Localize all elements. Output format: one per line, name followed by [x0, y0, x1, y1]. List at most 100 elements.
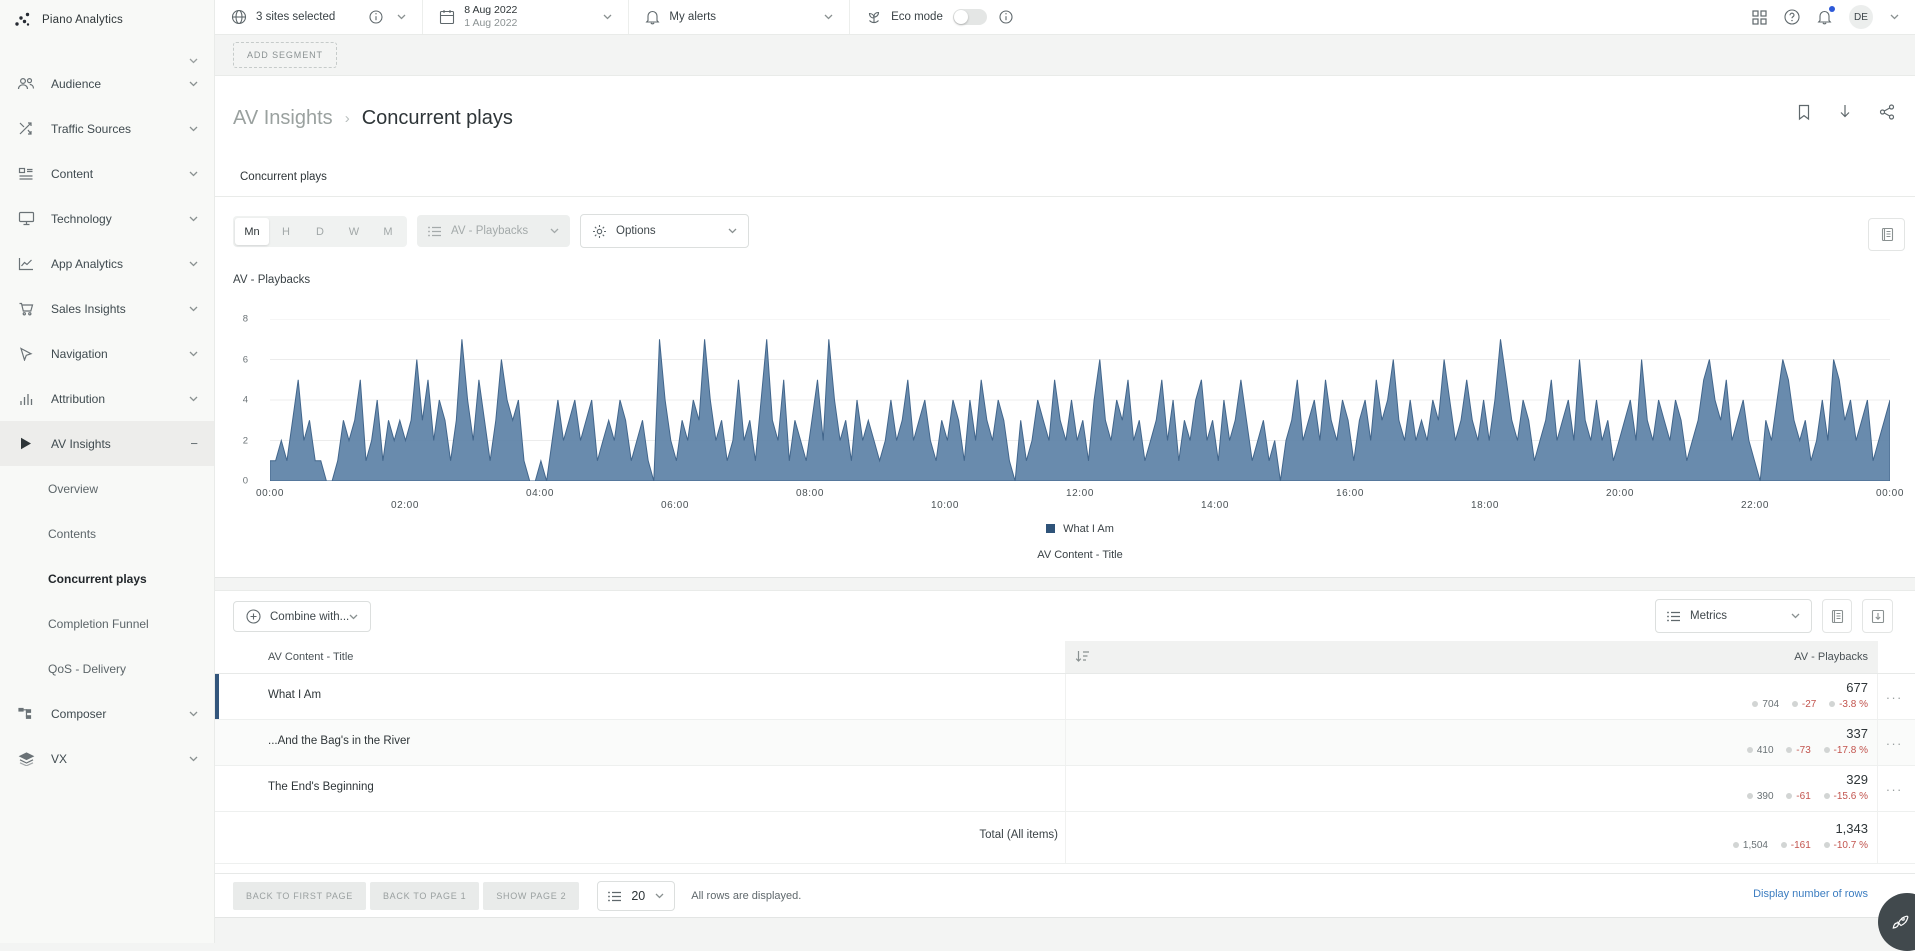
x-axis-labels: 00:0002:0004:0006:0008:0010:0012:0014:00…	[270, 488, 1890, 514]
back-to-page-1-button[interactable]: BACK TO PAGE 1	[370, 882, 479, 910]
sidebar-subitem-concurrent-plays[interactable]: Concurrent plays	[0, 556, 214, 601]
granularity-w-button[interactable]: W	[337, 218, 371, 245]
bell-icon	[645, 9, 660, 25]
notifications-bell-icon[interactable]	[1817, 9, 1832, 25]
granularity-m-button[interactable]: M	[371, 218, 405, 245]
sidebar-subitem-overview[interactable]: Overview	[0, 466, 214, 511]
list-icon	[1667, 611, 1681, 622]
x-tick-label: 14:00	[1201, 500, 1229, 511]
granularity-d-button[interactable]: D	[303, 218, 337, 245]
sidebar-item-app-analytics[interactable]: App Analytics	[0, 241, 214, 286]
app-analytics-icon	[16, 257, 36, 271]
table-download-button[interactable]	[1862, 599, 1893, 633]
chevron-down-icon	[1791, 613, 1800, 619]
share-icon[interactable]	[1879, 104, 1895, 121]
sidebar-item-audience[interactable]: Audience	[0, 61, 214, 106]
table-row[interactable]: ...And the Bag's in the River 337 410 -7…	[215, 720, 1915, 766]
row-menu-button[interactable]: ...	[1886, 779, 1903, 794]
table-copy-button[interactable]	[1822, 599, 1852, 633]
info-icon[interactable]	[369, 10, 383, 24]
sidebar-subitem-completion-funnel[interactable]: Completion Funnel	[0, 601, 214, 646]
x-tick-label: 10:00	[931, 500, 959, 511]
vx-layers-icon	[16, 752, 36, 766]
eco-mode-toggle[interactable]	[953, 9, 987, 25]
legend-swatch	[1046, 524, 1055, 533]
sidebar-item-vx[interactable]: VX	[0, 736, 214, 781]
sidebar-subitem-contents[interactable]: Contents	[0, 511, 214, 556]
content-icon	[16, 167, 36, 181]
apps-grid-icon[interactable]	[1752, 10, 1767, 25]
row-diff-value: -61	[1786, 791, 1810, 802]
help-icon[interactable]	[1784, 9, 1800, 25]
metrics-select[interactable]: Metrics	[1655, 599, 1812, 633]
x-tick-label: 18:00	[1471, 500, 1499, 511]
sort-descending-icon[interactable]	[1075, 650, 1090, 663]
chevron-down-icon	[349, 614, 358, 620]
tab-row: AV Insights › Concurrent plays Concurren…	[215, 76, 1915, 197]
chevron-down-icon	[189, 171, 198, 177]
sidebar-subitem-label: QoS - Delivery	[48, 662, 126, 676]
sidebar-item-traffic-sources[interactable]: Traffic Sources	[0, 106, 214, 151]
chart-metric-value: AV - Playbacks	[451, 225, 550, 237]
row-sub-values: 410 -73 -17.8 %	[1737, 745, 1868, 756]
download-icon[interactable]	[1838, 104, 1852, 121]
sidebar-item-attribution[interactable]: Attribution	[0, 376, 214, 421]
sidebar-item-technology[interactable]: Technology	[0, 196, 214, 241]
sidebar-item-label: Sales Insights	[51, 302, 189, 316]
sidebar-subitem-label: Completion Funnel	[48, 617, 149, 631]
row-menu-button[interactable]: ...	[1886, 733, 1903, 748]
chart-export-button[interactable]	[1868, 218, 1905, 251]
rows-per-page-select[interactable]: 20	[597, 881, 675, 911]
sidebar-item-label: Audience	[51, 77, 189, 91]
add-segment-button[interactable]: ADD SEGMENT	[233, 42, 337, 68]
my-alerts-selector[interactable]: My alerts	[629, 0, 850, 34]
eco-mode-label: Eco mode	[891, 11, 943, 23]
chart-title: AV - Playbacks	[233, 274, 310, 286]
sidebar-subitem-qos-delivery[interactable]: QoS - Delivery	[0, 646, 214, 691]
sidebar-collapse-chevron-icon[interactable]	[189, 58, 198, 64]
sidebar-item-composer[interactable]: Composer	[0, 691, 214, 736]
x-tick-label: 04:00	[526, 488, 554, 499]
info-icon[interactable]	[999, 10, 1013, 24]
user-avatar[interactable]: DE	[1849, 5, 1873, 29]
table-row[interactable]: What I Am 677 704 -27 -3.8 % ...	[215, 674, 1915, 720]
topbar-right-icons: DE	[1752, 5, 1915, 29]
x-tick-label: 20:00	[1606, 488, 1634, 499]
app-logo[interactable]: Piano Analytics	[0, 0, 214, 39]
options-select[interactable]: Options	[580, 214, 749, 248]
chevron-down-icon[interactable]	[1890, 14, 1899, 20]
sidebar-item-content[interactable]: Content	[0, 151, 214, 196]
chevron-down-icon	[189, 351, 198, 357]
combine-with-button[interactable]: Combine with...	[233, 601, 371, 632]
chevron-down-icon	[824, 14, 833, 20]
row-diff-value: -27	[1792, 699, 1816, 710]
breadcrumb-parent[interactable]: AV Insights	[233, 107, 333, 130]
sidebar-item-sales-insights[interactable]: Sales Insights	[0, 286, 214, 331]
date-range-selector[interactable]: 8 Aug 2022 1 Aug 2022	[423, 0, 629, 34]
row-title: What I Am	[268, 689, 321, 701]
sidebar-item-navigation[interactable]: Navigation	[0, 331, 214, 376]
area-series	[270, 339, 1890, 481]
sidebar-item-av-insights[interactable]: AV Insights −	[0, 421, 214, 466]
show-page-2-button[interactable]: SHOW PAGE 2	[483, 882, 579, 910]
row-menu-button[interactable]: ...	[1886, 687, 1903, 702]
site-selector[interactable]: 3 sites selected	[215, 0, 423, 34]
toggle-knob	[954, 10, 968, 24]
main-area: 3 sites selected 8 Aug 2022 1 Aug 2022 M…	[215, 0, 1915, 943]
granularity-mn-button[interactable]: Mn	[235, 218, 269, 245]
concurrent-plays-area-chart[interactable]	[270, 319, 1890, 481]
back-to-first-page-button[interactable]: BACK TO FIRST PAGE	[233, 882, 366, 910]
chart-metric-select[interactable]: AV - Playbacks	[417, 215, 570, 247]
bookmark-icon[interactable]	[1797, 104, 1811, 121]
app-name: Piano Analytics	[42, 14, 123, 26]
display-number-of-rows-link[interactable]: Display number of rows	[1753, 888, 1868, 900]
granularity-h-button[interactable]: H	[269, 218, 303, 245]
my-alerts-label: My alerts	[669, 11, 716, 23]
y-tick-label: 4	[243, 395, 248, 406]
page-title: Concurrent plays	[362, 107, 513, 130]
chart-legend[interactable]: What I Am	[270, 523, 1890, 535]
tab-concurrent-plays[interactable]: Concurrent plays	[240, 171, 327, 183]
column-header-playbacks[interactable]: AV - Playbacks	[1065, 641, 1878, 673]
column-header-title[interactable]: AV Content - Title	[268, 641, 353, 674]
table-row[interactable]: The End's Beginning 329 390 -61 -15.6 % …	[215, 766, 1915, 812]
